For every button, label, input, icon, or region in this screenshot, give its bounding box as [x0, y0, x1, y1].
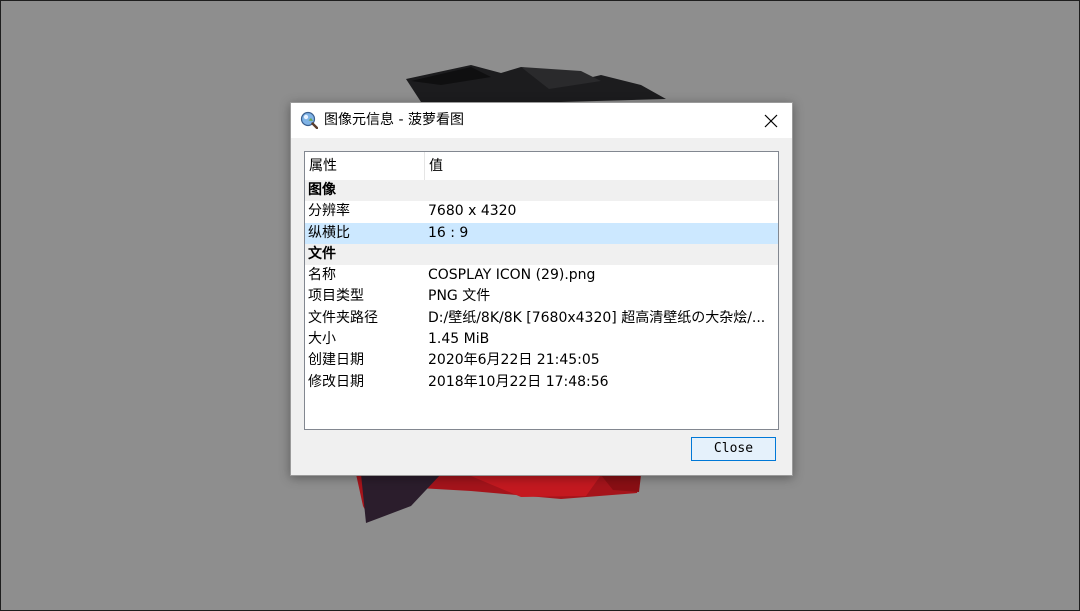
title-bar: 图像元信息 - 菠萝看图 — [291, 103, 792, 138]
property-value: D:/壁纸/8K/8K [7680x4320] 超高清壁纸の大杂烩/... — [428, 309, 766, 326]
list-header: 属性 值 — [305, 152, 778, 180]
property-value: 1.45 MiB — [428, 331, 490, 348]
column-header-property[interactable]: 属性 — [305, 152, 425, 180]
list-item[interactable]: 文件夹路径 D:/壁纸/8K/8K [7680x4320] 超高清壁纸の大杂烩/… — [305, 308, 778, 329]
viewer-background: 图像元信息 - 菠萝看图 属性 值 图像 分辨率 7680 x 4320 纵横比… — [0, 0, 1080, 611]
column-header-label: 属性 — [309, 158, 337, 174]
property-value: 7680 x 4320 — [428, 203, 517, 220]
list-item-selected[interactable]: 纵横比 16 : 9 — [305, 222, 778, 244]
image-metadata-dialog: 图像元信息 - 菠萝看图 属性 值 图像 分辨率 7680 x 4320 纵横比… — [290, 102, 793, 476]
group-label: 图像 — [308, 182, 336, 198]
list-item[interactable]: 名称 COSPLAY ICON (29).png — [305, 265, 778, 286]
list-item[interactable]: 创建日期 2020年6月22日 21:45:05 — [305, 350, 778, 371]
dialog-title: 图像元信息 - 菠萝看图 — [324, 112, 464, 128]
property-value: PNG 文件 — [428, 288, 491, 305]
group-row-image[interactable]: 图像 — [305, 180, 778, 202]
list-item[interactable]: 分辨率 7680 x 4320 — [305, 201, 778, 222]
title-close-button[interactable] — [753, 109, 789, 133]
close-button[interactable]: Close — [691, 437, 776, 461]
list-item[interactable]: 大小 1.45 MiB — [305, 329, 778, 350]
column-header-value[interactable]: 值 — [425, 152, 778, 180]
property-value: 16 : 9 — [428, 224, 469, 241]
list-item[interactable]: 项目类型 PNG 文件 — [305, 286, 778, 307]
list-rows: 图像 分辨率 7680 x 4320 纵横比 16 : 9 文件 名称 COSP… — [305, 180, 778, 393]
property-value: 2018年10月22日 17:48:56 — [428, 373, 609, 390]
property-name: 纵横比 — [308, 224, 350, 241]
property-name: 分辨率 — [308, 203, 350, 220]
close-icon — [764, 114, 778, 128]
property-name: 大小 — [308, 331, 336, 348]
group-label: 文件 — [308, 245, 336, 262]
property-name: 名称 — [308, 267, 336, 284]
property-value: 2020年6月22日 21:45:05 — [428, 352, 600, 369]
list-item[interactable]: 修改日期 2018年10月22日 17:48:56 — [305, 372, 778, 393]
magnifier-app-icon — [300, 111, 319, 130]
property-name: 创建日期 — [308, 352, 364, 369]
property-name: 项目类型 — [308, 288, 364, 305]
metadata-list[interactable]: 属性 值 图像 分辨率 7680 x 4320 纵横比 16 : 9 文件 名称… — [304, 151, 779, 430]
property-value: COSPLAY ICON (29).png — [428, 267, 596, 284]
property-name: 文件夹路径 — [308, 309, 378, 326]
group-row-file[interactable]: 文件 — [305, 243, 778, 266]
property-name: 修改日期 — [308, 373, 364, 390]
column-header-label: 值 — [429, 158, 443, 174]
